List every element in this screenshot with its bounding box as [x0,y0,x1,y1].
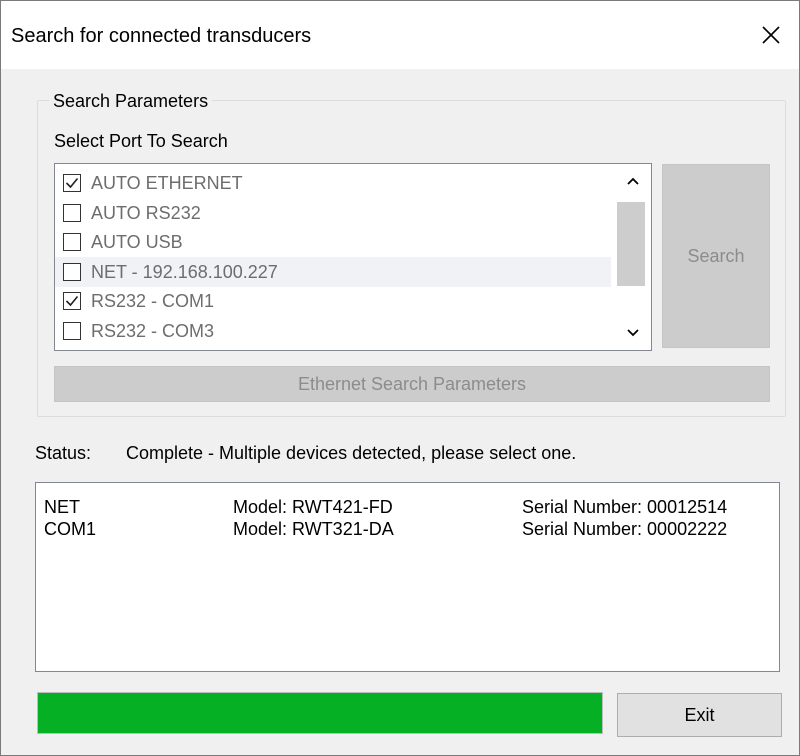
port-checkbox[interactable] [63,174,81,192]
chevron-up-icon [627,177,639,185]
scroll-thumb[interactable] [617,202,645,286]
port-item-rs232-com1[interactable]: RS232 - COM1 [55,286,611,316]
device-model: Model: RWT321-DA [233,519,394,539]
checkmark-icon [65,177,79,189]
port-label: RS232 - COM3 [91,320,215,341]
device-list[interactable]: NET Model: RWT421-FD Serial Number: 0001… [35,482,780,672]
device-serial: Serial Number: 00012514 [522,497,728,517]
close-button[interactable] [743,1,799,69]
port-item-net-192-168-100-227[interactable]: NET - 192.168.100.227 [55,257,611,287]
port-checkbox[interactable] [63,263,81,281]
progress-fill [38,693,602,733]
port-checkbox[interactable] [63,322,81,340]
port-label: RS232 - COM1 [91,290,215,311]
search-parameters-title: Search Parameters [49,91,213,112]
chevron-down-icon [627,329,639,337]
device-model: Model: RWT421-FD [233,497,393,517]
port-checkbox[interactable] [63,204,81,222]
device-port: COM1 [44,519,97,539]
exit-button[interactable]: Exit [617,693,782,737]
close-icon [762,26,780,44]
port-label: NET - 192.168.100.227 [91,261,278,282]
status-label: Status: [35,443,92,463]
port-label: AUTO USB [91,231,183,252]
scroll-up-button[interactable] [615,164,651,198]
port-item-rs232-com3[interactable]: RS232 - COM3 [55,316,611,346]
port-list-scrollbar[interactable] [615,164,651,350]
search-progress-bar [37,692,603,734]
device-port: NET [44,497,80,517]
port-label: AUTO ETHERNET [91,172,243,193]
port-label: AUTO RS232 [91,202,201,223]
search-button[interactable]: Search [662,164,770,348]
status-text: Complete - Multiple devices detected, pl… [126,443,577,463]
port-list[interactable]: AUTO ETHERNET AUTO RS232 AUTO USB NET - … [54,163,652,351]
checkmark-icon [65,295,79,307]
ethernet-search-parameters-button[interactable]: Ethernet Search Parameters [54,366,770,402]
title-bar[interactable]: Search for connected transducers [1,1,799,69]
device-serial: Serial Number: 00002222 [522,519,728,539]
port-item-auto-ethernet[interactable]: AUTO ETHERNET [55,168,611,198]
device-row-com1[interactable]: COM1 Model: RWT321-DA Serial Number: 000… [36,519,779,541]
port-item-auto-usb[interactable]: AUTO USB [55,227,611,257]
scroll-down-button[interactable] [615,316,651,350]
port-checkbox[interactable] [63,292,81,310]
window-title: Search for connected transducers [11,25,312,47]
select-port-label: Select Port To Search [54,131,228,151]
port-checkbox[interactable] [63,233,81,251]
port-item-auto-rs232[interactable]: AUTO RS232 [55,198,611,228]
device-row-net[interactable]: NET Model: RWT421-FD Serial Number: 0001… [36,497,779,519]
